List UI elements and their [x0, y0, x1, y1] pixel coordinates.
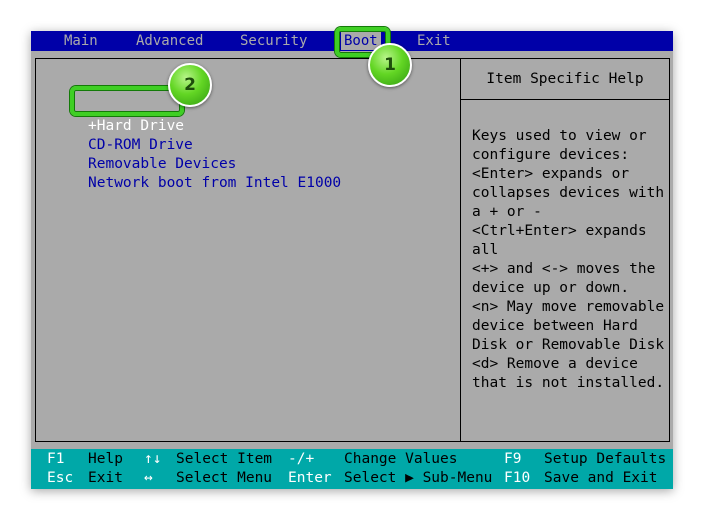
key-minus-plus: -/+	[288, 451, 315, 467]
key-enter: Enter	[288, 470, 332, 486]
boot-item-network-boot[interactable]: Network boot from Intel E1000	[88, 174, 341, 193]
key-select-submenu-desc: Select ▶ Sub-Menu	[344, 470, 493, 486]
key-select-item-desc: Select Item	[176, 451, 273, 467]
key-exit-desc: Exit	[88, 470, 123, 486]
item-specific-help-panel: Item Specific Help Keys used to view or …	[460, 58, 670, 442]
help-title: Item Specific Help	[461, 59, 669, 100]
boot-item-removable-devices[interactable]: Removable Devices	[88, 155, 236, 174]
key-f1-desc: Help	[88, 451, 123, 467]
menu-tab-exit[interactable]: Exit	[417, 32, 451, 50]
key-f9: F9	[504, 451, 522, 467]
arrows-leftright-icon: ↔	[144, 470, 153, 486]
hard-drive-highlight	[70, 86, 184, 116]
key-esc: Esc	[47, 470, 74, 486]
help-text: Keys used to view or configure devices: …	[472, 128, 665, 391]
key-f10: F10	[504, 470, 531, 486]
menu-tab-main[interactable]: Main	[64, 32, 98, 50]
key-setup-defaults-desc: Setup Defaults	[544, 451, 667, 467]
menu-tab-advanced[interactable]: Advanced	[136, 32, 203, 50]
arrows-updown-icon: ↑↓	[144, 451, 162, 467]
key-f1: F1	[47, 451, 65, 467]
key-save-and-exit-desc: Save and Exit	[544, 470, 658, 486]
key-select-menu-desc: Select Menu	[176, 470, 273, 486]
boot-item-cd-rom-drive[interactable]: CD-ROM Drive	[88, 136, 193, 155]
step-badge-1: 1	[368, 43, 412, 87]
key-legend-bar: F1 Help ↑↓ Select Item -/+ Change Values…	[31, 449, 673, 489]
boot-item-hard-drive[interactable]: +Hard Drive	[88, 117, 184, 136]
step-badge-2: 2	[168, 63, 212, 107]
key-change-values-desc: Change Values	[344, 451, 458, 467]
menu-tab-security[interactable]: Security	[240, 32, 307, 50]
